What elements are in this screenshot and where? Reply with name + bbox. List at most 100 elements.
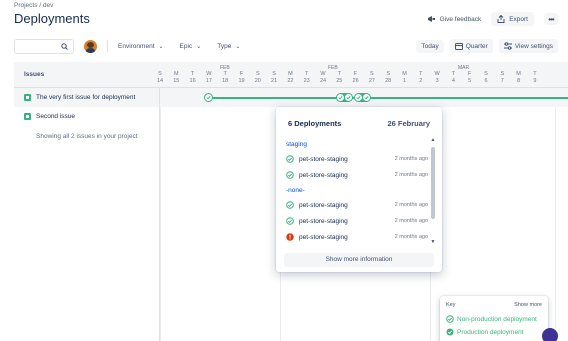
day-number: 18 [222,78,229,84]
day-cell: T 23 [301,71,313,84]
epic-filter[interactable]: Epic ⌄ [180,43,202,50]
search-icon [61,42,68,50]
day-letter: W [434,71,440,77]
key-label: Non-production deployment [457,315,537,323]
environment-filter-label: Environment [118,42,155,50]
deployment-group-marker[interactable] [336,93,353,102]
chevron-down-icon[interactable]: ▼ [430,239,436,245]
environment-label[interactable]: -none- [286,183,428,197]
day-number: 3 [435,78,439,84]
day-letter: T [190,71,195,77]
toolbar-right: Today Quarter View settings [416,39,558,53]
today-button[interactable]: Today [416,39,444,53]
day-letter: W [320,71,326,77]
key-show-more-button[interactable]: Show more [514,302,542,308]
key-panel: Key Show more Non-production deployment … [440,296,548,341]
deployment-row[interactable]: pet-store-staging 2 months ago [286,213,428,229]
issue-title: Second issue [36,113,76,120]
deployment-time: 2 months ago [394,234,428,240]
deployments-date: 26 February [387,119,430,128]
deployment-group-marker[interactable] [354,93,371,102]
today-label: Today [421,42,439,50]
day-letter: S [158,71,162,77]
quarter-button[interactable]: Quarter [449,39,493,53]
day-letter: T [533,71,537,77]
deployment-row[interactable]: pet-store-staging 2 months ago [286,197,428,213]
day-letter: S [386,71,391,77]
day-letter: T [419,71,423,77]
day-cell: W 17 [203,71,215,84]
export-button[interactable]: Export [491,12,534,26]
day-cell: M 22 [284,71,296,84]
deployment-row[interactable]: pet-store-staging 2 months ago [286,167,428,183]
check-icon [363,94,370,101]
day-number: 21 [271,78,278,84]
deployments-count: 6 Deployments [288,119,342,128]
deployment-time: 2 months ago [394,172,428,178]
day-number: 22 [287,78,294,84]
type-filter[interactable]: Type ⌄ [217,43,240,50]
key-item-non-production: Non-production deployment [440,308,548,323]
show-more-information-button[interactable]: Show more information [284,253,434,267]
settings-sliders-icon [503,42,512,50]
top-actions: Give feedback Export ••• [427,12,558,26]
check-circle-icon [446,315,454,323]
environment-label[interactable]: staging [286,137,428,151]
avatar[interactable] [84,39,97,53]
environment-filter[interactable]: Environment ⌄ [118,43,164,50]
day-cell: W3 [431,71,443,84]
day-cell: S 28 [382,71,394,84]
day-number: 2 [419,78,423,84]
view-settings-button[interactable]: View settings [498,39,558,53]
scrollbar-thumb[interactable] [431,147,435,219]
calendar-icon [454,43,463,50]
day-number: 25 [336,78,343,84]
day-number: 7 [500,78,504,84]
day-letter: S [500,71,505,77]
week-divider [160,88,161,341]
day-cell: F5 [464,71,476,84]
day-cell: F 26 [350,71,362,84]
more-actions-button[interactable]: ••• [544,13,558,25]
issue-row[interactable]: Second issue [14,107,159,126]
deployment-row[interactable]: pet-store-staging 2 months ago [286,229,428,245]
deployment-name: pet-store-staging [299,217,348,225]
chevron-up-icon[interactable]: ▲ [430,137,436,143]
day-number: 23 [303,78,310,84]
check-circle-filled-icon [446,328,454,336]
check-icon [345,94,352,101]
deployment-row[interactable]: pet-store-staging 2 months ago [286,151,428,167]
search-input[interactable] [14,38,74,54]
popup-scrollbar[interactable]: ▲ ▼ [430,137,436,245]
day-cell: M 15 [170,71,182,84]
day-letter: M [516,71,521,77]
day-number: 16 [189,78,196,84]
day-letter: M [288,71,293,77]
day-cell: T2 [415,71,427,84]
give-feedback-button[interactable]: Give feedback [427,15,481,23]
day-letter: T [337,71,341,77]
day-number: 26 [352,78,359,84]
day-cell: M1 [399,71,411,84]
page-title: Deployments [14,11,90,26]
check-circle-icon [286,155,294,163]
help-button[interactable] [542,328,558,341]
deployments-list: staging pet-store-staging 2 months ago pet-… [286,137,428,245]
deployment-time: 2 months ago [394,156,428,162]
error-icon [286,233,294,241]
issues-count-text: Showing all 2 issues in your project [36,133,138,140]
key-title: Key [446,302,456,308]
day-cell: S7 [496,71,508,84]
day-number: 5 [468,78,472,84]
day-letter: F [353,71,358,77]
megaphone-icon [427,16,435,22]
breadcrumb[interactable]: Projects / dev [14,2,53,9]
day-letter: S [255,71,260,77]
deployment-time: 2 months ago [394,202,428,208]
issue-row[interactable]: The very first issue for deployment [14,88,159,107]
quarter-label: Quarter [465,42,488,50]
issue-title: The very first issue for deployment [36,94,136,101]
deployment-marker[interactable] [204,93,213,102]
story-icon [24,113,31,120]
toolbar-divider [107,40,108,52]
